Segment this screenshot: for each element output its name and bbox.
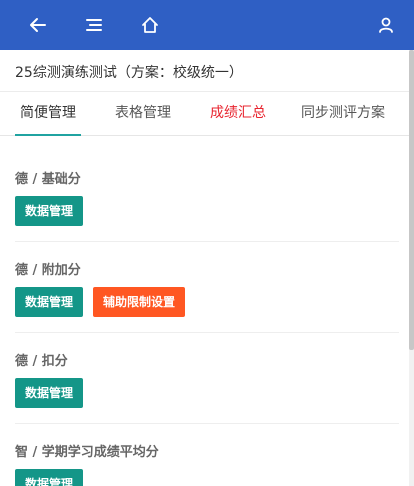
tab-bar: 简便管理 表格管理 成绩汇总 同步测评方案 (0, 92, 409, 136)
section-divider (15, 241, 399, 242)
section-divider (15, 423, 399, 424)
tab-table-management[interactable]: 表格管理 (108, 92, 178, 135)
data-management-button[interactable]: 数据管理 (15, 469, 84, 486)
section-moral-basic-score: 德 / 基础分 数据管理 (15, 168, 399, 228)
tab-simple-management[interactable]: 简便管理 (15, 92, 81, 136)
section-title: 德 / 扣分 (15, 354, 68, 369)
menu-icon[interactable] (82, 13, 106, 37)
section-moral-deduction: 德 / 扣分 数据管理 (15, 350, 399, 410)
section-title: 德 / 基础分 (15, 172, 81, 187)
home-icon[interactable] (138, 13, 162, 37)
back-arrow-icon[interactable] (26, 13, 50, 37)
scrollbar-thumb[interactable] (409, 50, 414, 350)
scrollbar[interactable] (409, 50, 414, 486)
user-icon[interactable] (374, 13, 398, 37)
section-title: 智 / 学期学习成绩平均分 (15, 445, 159, 460)
page-title: 25综测演练测试（方案：校级统一） (15, 65, 243, 81)
section-intellect-gpa: 智 / 学期学习成绩平均分 数据管理 (15, 441, 399, 486)
tab-sync-evaluation-plan[interactable]: 同步测评方案 (298, 92, 388, 135)
top-navigation-bar (0, 0, 414, 50)
section-moral-bonus-score: 德 / 附加分 数据管理 辅助限制设置 (15, 259, 399, 319)
page-title-row: 25综测演练测试（方案：校级统一） (0, 50, 409, 92)
section-divider (15, 332, 399, 333)
data-management-button[interactable]: 数据管理 (15, 378, 84, 408)
data-management-button[interactable]: 数据管理 (15, 196, 84, 226)
auxiliary-limit-settings-button[interactable]: 辅助限制设置 (93, 287, 186, 317)
tab-score-summary[interactable]: 成绩汇总 (203, 92, 273, 135)
data-management-button[interactable]: 数据管理 (15, 287, 84, 317)
section-title: 德 / 附加分 (15, 263, 81, 278)
